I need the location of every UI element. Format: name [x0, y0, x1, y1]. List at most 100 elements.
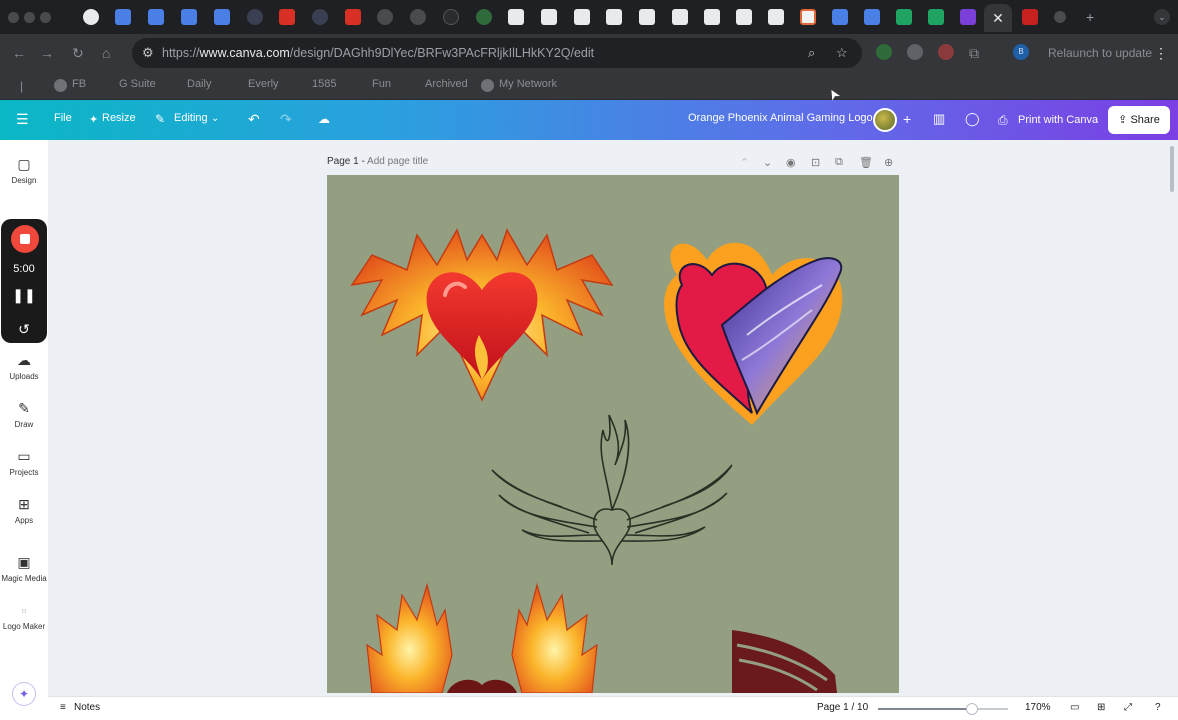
partial-dark-red-wing-graphic[interactable] [732, 630, 837, 693]
bookmark-daily[interactable]: Daily [187, 78, 211, 90]
zoom-slider[interactable] [878, 703, 1008, 715]
design-canvas[interactable] [327, 175, 899, 693]
move-page-down-icon[interactable]: ⌄ [763, 156, 772, 169]
window-minimize-button[interactable] [24, 12, 35, 23]
chevron-down-icon[interactable]: ⌄ [211, 113, 219, 124]
flaming-heart-wing-graphic[interactable] [664, 242, 843, 425]
hamburger-menu-icon[interactable]: ☰ [16, 111, 29, 128]
address-bar[interactable]: ⚙ https://www.canva.com/design/DAGhh9DlY… [132, 38, 862, 68]
docs-tab-icon[interactable] [115, 9, 131, 25]
bookmark-my-network[interactable]: My Network [499, 78, 557, 90]
bookmark-star-icon[interactable]: ☆ [836, 45, 848, 61]
wix-tab-icon[interactable] [672, 9, 688, 25]
window-zoom-button[interactable] [40, 12, 51, 23]
docs-tab-icon[interactable] [148, 9, 164, 25]
add-collaborator-icon[interactable]: + [903, 111, 911, 127]
pages-view-icon[interactable]: ▭ [1070, 702, 1079, 713]
site-tab-icon[interactable] [312, 9, 328, 25]
print-with-canva-button[interactable]: ⎙ Print with Canva [992, 106, 1102, 134]
docs-tab-icon[interactable] [832, 9, 848, 25]
chrome-tab-icon[interactable] [83, 9, 99, 25]
zoom-slider-handle[interactable] [965, 703, 978, 715]
apps-icon[interactable]: | [20, 77, 23, 95]
rail-logo-maker[interactable]: ▫ Logo Maker [0, 602, 48, 631]
pdf-tab-icon[interactable] [279, 9, 295, 25]
insights-chart-icon[interactable]: ▥ [933, 111, 945, 127]
sheets-tab-icon[interactable] [896, 9, 912, 25]
zoom-level[interactable]: 170% [1025, 702, 1051, 713]
comment-icon[interactable]: ◯ [965, 111, 980, 127]
wix-tab-icon[interactable] [508, 9, 524, 25]
docs-tab-icon[interactable] [181, 9, 197, 25]
site-tab-icon[interactable] [410, 9, 426, 25]
forward-icon[interactable]: → [40, 44, 54, 62]
editing-mode-dropdown[interactable]: Editing [174, 112, 208, 124]
site-info-icon[interactable]: ⚙ [142, 45, 154, 61]
wix-tab-icon[interactable] [606, 9, 622, 25]
restart-icon[interactable]: ↺ [1, 321, 47, 338]
redo-icon[interactable]: ↷ [280, 111, 292, 128]
wix-tab-icon[interactable] [541, 9, 557, 25]
wix-tab-icon[interactable] [768, 9, 784, 25]
gmail-tab-icon[interactable] [1022, 9, 1038, 25]
active-tab-close-icon[interactable]: ✕ [984, 4, 1012, 32]
tab-search-chevron-icon[interactable]: ⌄ [1154, 9, 1170, 25]
bookmark-archived[interactable]: Archived [425, 78, 468, 90]
add-page-icon[interactable]: ⊕ [884, 156, 893, 169]
bookmark-everly[interactable]: Everly [248, 78, 279, 90]
sheets-tab-icon[interactable] [928, 9, 944, 25]
bookmark-1585[interactable]: 1585 [312, 78, 336, 90]
back-icon[interactable]: ← [12, 44, 26, 62]
partial-flaming-wings-graphic[interactable] [366, 582, 598, 693]
bookmark-fb[interactable]: FB [72, 78, 86, 90]
wix-tab-icon[interactable] [736, 9, 752, 25]
design-title[interactable]: Orange Phoenix Animal Gaming Logo [688, 112, 873, 124]
delete-page-icon[interactable]: 🗑 [859, 156, 873, 169]
pause-icon[interactable]: ❚❚ [1, 287, 47, 304]
notes-button[interactable]: Notes [74, 702, 100, 713]
site-tab-icon[interactable] [377, 9, 393, 25]
bookmark-g-suite[interactable]: G Suite [119, 78, 156, 90]
rail-draw[interactable]: ✎ Draw [0, 400, 48, 429]
help-icon[interactable]: ? [1155, 702, 1161, 713]
pdf-tab-icon[interactable] [345, 9, 361, 25]
share-button[interactable]: ⇪ Share [1108, 106, 1170, 134]
fullscreen-icon[interactable]: ⤢ [1124, 702, 1132, 713]
docs-tab-icon[interactable] [864, 9, 880, 25]
page-indicator[interactable]: Page 1 / 10 [817, 702, 868, 713]
undo-icon[interactable]: ↶ [248, 111, 260, 128]
rail-projects[interactable]: ▭ Projects [0, 448, 48, 477]
site-tab-icon[interactable] [476, 9, 492, 25]
cloud-saved-icon[interactable]: ☁ [318, 112, 330, 126]
wix-tab-icon[interactable] [639, 9, 655, 25]
wix-tab-icon[interactable] [574, 9, 590, 25]
window-close-button[interactable] [8, 12, 19, 23]
stop-recording-button[interactable] [11, 225, 39, 253]
file-menu[interactable]: File [54, 112, 72, 124]
magic-assistant-button[interactable]: ✦ [0, 682, 48, 706]
reload-icon[interactable]: ↻ [72, 44, 84, 62]
lock-page-icon[interactable]: ⊡ [811, 156, 820, 169]
site-tab-icon[interactable] [1054, 11, 1066, 23]
bookmark-fun[interactable]: Fun [372, 78, 391, 90]
new-tab-button[interactable]: + [1086, 9, 1094, 25]
menu-kebab-icon[interactable]: ⋮ [1154, 44, 1168, 62]
resize-button[interactable]: Resize [102, 112, 136, 124]
user-avatar[interactable] [873, 108, 897, 132]
site-tab-icon[interactable] [247, 9, 263, 25]
profile-avatar[interactable]: B [1013, 44, 1029, 60]
forms-tab-icon[interactable] [960, 9, 976, 25]
wix-tab-icon[interactable] [704, 9, 720, 25]
zoom-icon[interactable]: ⌕ [808, 45, 815, 61]
move-page-up-icon[interactable]: ⌃ [740, 156, 749, 169]
page-title-input[interactable]: Add page title [367, 156, 428, 167]
extension-icon[interactable] [907, 44, 923, 60]
rail-uploads[interactable]: ☁ Uploads [0, 352, 48, 381]
vertical-scrollbar[interactable] [1170, 146, 1174, 192]
extension-icon[interactable] [938, 44, 954, 60]
line-art-winged-heart-graphic[interactable] [491, 414, 733, 566]
docs-tab-icon[interactable] [214, 9, 230, 25]
hide-page-eye-icon[interactable]: ◉ [786, 156, 796, 169]
rail-magic-media[interactable]: ▣ Magic Media [0, 554, 48, 583]
extensions-puzzle-icon[interactable]: ⧉ [969, 44, 979, 62]
